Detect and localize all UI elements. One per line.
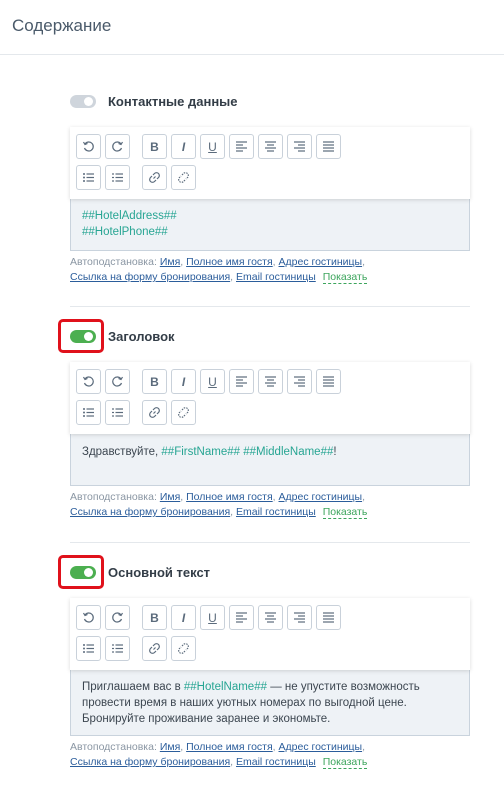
align-center-button[interactable]: [258, 605, 283, 630]
divider: [70, 542, 470, 543]
autosub-link[interactable]: Полное имя гостя: [186, 491, 273, 503]
section-label: Заголовок: [108, 329, 175, 344]
section-label: Основной текст: [108, 565, 211, 580]
unlink-button[interactable]: [171, 165, 196, 190]
autosub-link[interactable]: Имя: [160, 256, 180, 268]
bullet-list-button[interactable]: [76, 400, 101, 425]
italic-button[interactable]: I: [171, 369, 196, 394]
editor-content[interactable]: ##HotelAddress## ##HotelPhone##: [70, 199, 470, 251]
bold-button[interactable]: B: [142, 369, 167, 394]
tag-hotel-phone: ##HotelPhone##: [82, 226, 168, 238]
numbered-list-button[interactable]: [105, 636, 130, 661]
autosub-link[interactable]: Имя: [160, 741, 180, 753]
undo-button[interactable]: [76, 134, 101, 159]
tag-first-name: ##FirstName##: [161, 446, 241, 458]
align-right-button[interactable]: [287, 134, 312, 159]
undo-button[interactable]: [76, 605, 101, 630]
autosub-link[interactable]: Адрес гостиницы: [279, 256, 363, 268]
toggle-contacts[interactable]: [70, 95, 96, 108]
section-label: Контактные данные: [108, 94, 238, 109]
align-left-button[interactable]: [229, 605, 254, 630]
autosub-link[interactable]: Ссылка на форму бронирования: [70, 756, 230, 768]
autosub: Автоподстановка: Имя, Полное имя гостя, …: [70, 256, 368, 284]
align-justify-button[interactable]: [316, 134, 341, 159]
bold-button[interactable]: B: [142, 605, 167, 630]
autosub-label: Автоподстановка:: [70, 491, 160, 503]
editor-toolbar: BIU: [70, 362, 470, 434]
title-divider: [0, 54, 504, 55]
autosub-link[interactable]: Email гостиницы: [236, 756, 316, 768]
undo-button[interactable]: [76, 369, 101, 394]
divider: [70, 306, 470, 307]
italic-button[interactable]: I: [171, 134, 196, 159]
autosub-link[interactable]: Полное имя гостя: [186, 741, 273, 753]
section-contacts: Контактные данные BIU ##HotelAddress## #…: [58, 90, 470, 285]
redo-button[interactable]: [105, 134, 130, 159]
italic-button[interactable]: I: [171, 605, 196, 630]
show-more-link[interactable]: Показать: [322, 271, 368, 284]
align-justify-button[interactable]: [316, 369, 341, 394]
editor-toolbar: BIU: [70, 598, 470, 670]
editor: BIU ##HotelAddress## ##HotelPhone##: [70, 127, 470, 251]
editor: BIU Приглашаем вас в ##HotelName## — не …: [70, 598, 470, 736]
autosub-link[interactable]: Адрес гостиницы: [279, 491, 363, 503]
editor-content[interactable]: Приглашаем вас в ##HotelName## — не упус…: [70, 670, 470, 736]
link-button[interactable]: [142, 400, 167, 425]
autosub-link[interactable]: Email гостиницы: [236, 506, 316, 518]
align-right-button[interactable]: [287, 369, 312, 394]
editor-content[interactable]: Здравствуйте, ##FirstName## ##MiddleName…: [70, 434, 470, 486]
section-main-text: Основной текст BIU Приглашаем вас в ##Ho…: [58, 555, 470, 770]
autosub-link[interactable]: Имя: [160, 491, 180, 503]
autosub-label: Автоподстановка:: [70, 256, 160, 268]
underline-button[interactable]: U: [200, 134, 225, 159]
autosub: Автоподстановка: Имя, Полное имя гостя, …: [70, 491, 368, 519]
bullet-list-button[interactable]: [76, 165, 101, 190]
show-more-link[interactable]: Показать: [322, 756, 368, 769]
autosub-link[interactable]: Адрес гостиницы: [279, 741, 363, 753]
autosub-link[interactable]: Ссылка на форму бронирования: [70, 506, 230, 518]
autosub-label: Автоподстановка:: [70, 741, 160, 753]
tag-middle-name: ##MiddleName##: [243, 446, 334, 458]
align-justify-button[interactable]: [316, 605, 341, 630]
autosub: Автоподстановка: Имя, Полное имя гостя, …: [70, 741, 368, 769]
toggle-header[interactable]: [70, 330, 96, 343]
redo-button[interactable]: [105, 605, 130, 630]
unlink-button[interactable]: [171, 400, 196, 425]
toggle-main-text[interactable]: [70, 566, 96, 579]
link-button[interactable]: [142, 165, 167, 190]
page-title: Содержание: [12, 16, 112, 35]
align-center-button[interactable]: [258, 369, 283, 394]
align-center-button[interactable]: [258, 134, 283, 159]
underline-button[interactable]: U: [200, 605, 225, 630]
tag-hotel-address: ##HotelAddress##: [82, 210, 177, 222]
numbered-list-button[interactable]: [105, 165, 130, 190]
unlink-button[interactable]: [171, 636, 196, 661]
redo-button[interactable]: [105, 369, 130, 394]
editor-toolbar: BIU: [70, 127, 470, 199]
bullet-list-button[interactable]: [76, 636, 101, 661]
tag-hotel-name: ##HotelName##: [183, 681, 267, 693]
underline-button[interactable]: U: [200, 369, 225, 394]
show-more-link[interactable]: Показать: [322, 506, 368, 519]
link-button[interactable]: [142, 636, 167, 661]
align-left-button[interactable]: [229, 369, 254, 394]
autosub-link[interactable]: Полное имя гостя: [186, 256, 273, 268]
editor: BIU Здравствуйте, ##FirstName## ##Middle…: [70, 362, 470, 486]
autosub-link[interactable]: Email гостиницы: [236, 271, 316, 283]
section-header: Заголовок BIU Здравствуйте, ##FirstName#…: [58, 319, 470, 520]
autosub-link[interactable]: Ссылка на форму бронирования: [70, 271, 230, 283]
bold-button[interactable]: B: [142, 134, 167, 159]
align-right-button[interactable]: [287, 605, 312, 630]
numbered-list-button[interactable]: [105, 400, 130, 425]
align-left-button[interactable]: [229, 134, 254, 159]
